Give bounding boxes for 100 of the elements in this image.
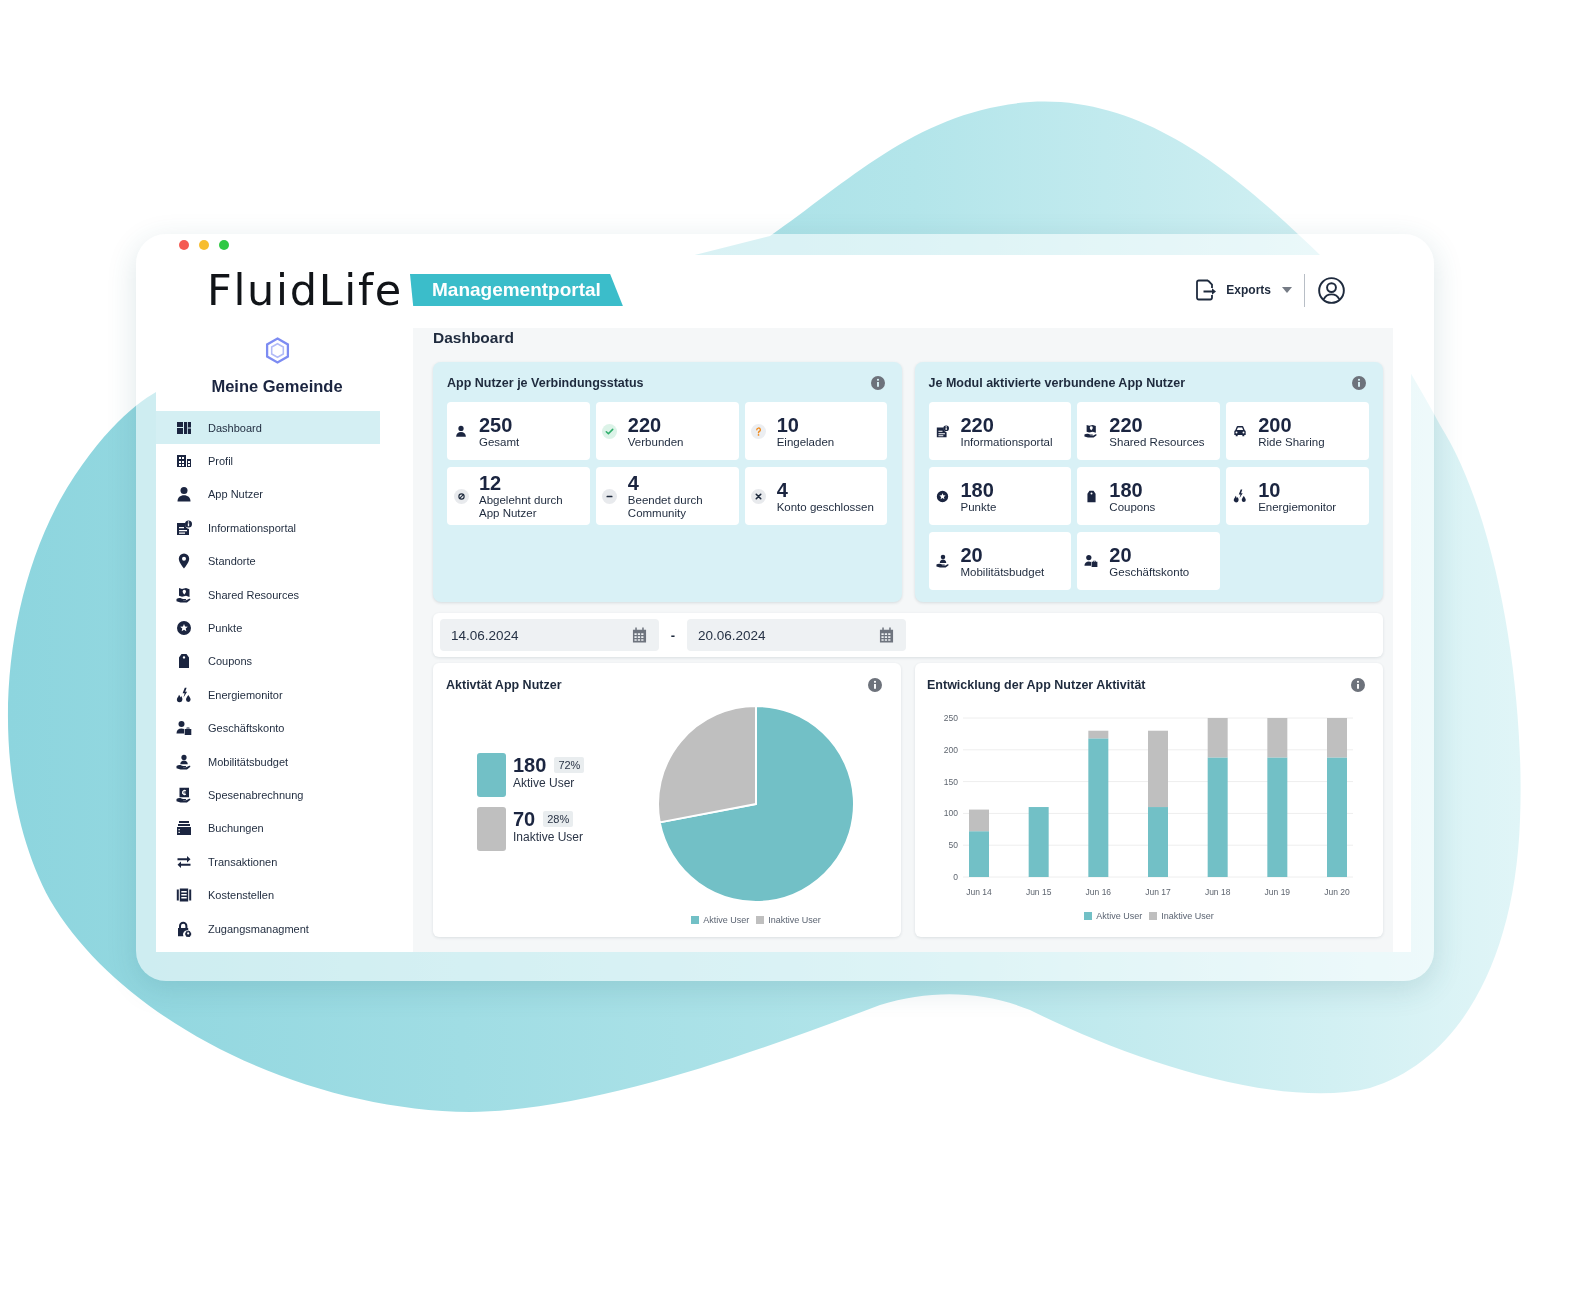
stat-label: Verbunden bbox=[627, 435, 684, 449]
calendar-icon bbox=[632, 627, 647, 643]
x-axis-label: Jun 14 bbox=[966, 887, 992, 897]
info-icon[interactable] bbox=[868, 678, 882, 692]
cross-icon bbox=[751, 488, 767, 504]
percent-tag: 28% bbox=[543, 811, 574, 827]
x-axis-label: Jun 20 bbox=[1324, 887, 1350, 897]
stat-label: Gesamt bbox=[479, 435, 520, 449]
map-pin-icon bbox=[176, 553, 192, 570]
sidebar-item[interactable]: Geschäftskonto bbox=[156, 711, 380, 745]
person-briefcase-icon bbox=[176, 720, 192, 737]
sidebar-item[interactable]: Profil bbox=[156, 444, 380, 478]
card-title: Entwicklung der App Nutzer Aktivität bbox=[927, 677, 1146, 693]
stat-label: Coupons bbox=[1109, 500, 1156, 514]
legend-label: Aktive User bbox=[703, 914, 750, 926]
y-axis-label: 150 bbox=[943, 776, 958, 787]
sidebar-item[interactable]: Shared Resources bbox=[156, 577, 380, 612]
stat-value: 220 bbox=[960, 413, 995, 436]
stat-label: Mobilitätsbudget bbox=[960, 565, 1045, 579]
question-icon bbox=[751, 423, 767, 439]
stat-value: 12 bbox=[479, 472, 503, 494]
card-title: Aktivtät App Nutzer bbox=[446, 677, 562, 693]
end-date-field[interactable]: 20.06.2024 bbox=[687, 619, 906, 651]
list-icon bbox=[176, 887, 192, 904]
maximize-window-icon[interactable] bbox=[219, 240, 229, 250]
sidebar-item[interactable]: App Nutzer bbox=[156, 477, 380, 512]
stat-label: Energiemonitor bbox=[1258, 500, 1337, 514]
exports-button[interactable]: Exports bbox=[1193, 278, 1292, 302]
sidebar-item[interactable]: Energiemonitor bbox=[156, 678, 380, 712]
y-axis-label: 100 bbox=[943, 808, 958, 819]
slashed-circle-icon bbox=[453, 488, 469, 504]
stack-icon bbox=[176, 820, 192, 837]
stat-value: 20 bbox=[1109, 543, 1133, 566]
legend-swatch-icon bbox=[691, 916, 700, 924]
start-date-field[interactable]: 14.06.2024 bbox=[440, 619, 659, 651]
sidebar-item[interactable]: Kostenstellen bbox=[156, 878, 380, 912]
car-icon bbox=[1233, 424, 1248, 438]
file-export-icon bbox=[1193, 278, 1219, 302]
summary-value: 180 bbox=[513, 754, 547, 776]
y-axis-label: 200 bbox=[943, 744, 958, 755]
sidebar-item[interactable]: Coupons bbox=[156, 644, 380, 679]
organization-name: Meine Gemeinde bbox=[211, 376, 343, 396]
flame-bolt-drop-icon bbox=[1233, 489, 1248, 503]
sidebar-item[interactable]: Punkte bbox=[156, 611, 380, 645]
stat-value: 200 bbox=[1258, 413, 1293, 436]
card-title: App Nutzer je Verbindungsstatus bbox=[447, 375, 644, 391]
caret-icon bbox=[1282, 287, 1292, 293]
tag-icon bbox=[176, 653, 192, 670]
sidebar-item[interactable]: Zugangsmanagment bbox=[156, 911, 380, 946]
person-icon bbox=[176, 486, 192, 503]
range-separator: - bbox=[669, 627, 677, 643]
stat-label: Beendet durch Community bbox=[627, 494, 704, 520]
tag-icon bbox=[1084, 489, 1098, 503]
y-axis-label: 0 bbox=[953, 872, 958, 882]
portal-tag: Managementportal bbox=[410, 274, 623, 306]
legend-label: Aktive User bbox=[1096, 910, 1143, 922]
stat-value: 4 bbox=[627, 472, 640, 494]
close-window-icon[interactable] bbox=[179, 240, 189, 250]
lock-gear-icon bbox=[176, 920, 192, 937]
person-briefcase-icon bbox=[1084, 554, 1099, 568]
sidebar-item[interactable]: Spesenabrechnung bbox=[156, 778, 380, 812]
sidebar-item[interactable]: Informationsportal bbox=[156, 511, 380, 545]
page-title: Dashboard bbox=[433, 328, 514, 348]
stat-value: 250 bbox=[479, 413, 514, 436]
info-icon[interactable] bbox=[870, 376, 885, 390]
sidebar-item[interactable]: Standorte bbox=[156, 544, 380, 578]
document-info-icon bbox=[176, 519, 192, 536]
stat-value: 10 bbox=[776, 413, 800, 436]
stat-label: Eingeladen bbox=[776, 435, 835, 449]
stat-label: Shared Resources bbox=[1109, 435, 1205, 449]
minus-icon bbox=[602, 488, 618, 504]
summary-label: Inaktive User bbox=[513, 830, 584, 844]
stat-value: 10 bbox=[1258, 478, 1282, 501]
sidebar-item[interactable]: Transaktionen bbox=[156, 845, 380, 879]
x-axis-label: Jun 16 bbox=[1085, 887, 1112, 897]
info-icon[interactable] bbox=[1352, 376, 1366, 390]
stat-label: Ride Sharing bbox=[1258, 435, 1325, 449]
stat-value: 220 bbox=[627, 413, 663, 436]
person-icon bbox=[455, 425, 467, 437]
sidebar-item[interactable]: Buchungen bbox=[156, 811, 380, 846]
sidebar-item[interactable]: Dashboard bbox=[156, 411, 380, 445]
hexagon-icon bbox=[264, 337, 290, 364]
summary-value: 70 bbox=[513, 808, 536, 830]
map-hand-icon bbox=[1084, 424, 1099, 438]
bar-segment bbox=[1028, 807, 1049, 877]
stat-value: 20 bbox=[960, 543, 984, 566]
user-account-icon[interactable] bbox=[1318, 276, 1345, 304]
legend-label: Inaktive User bbox=[768, 914, 821, 926]
stat-value: 180 bbox=[960, 478, 995, 501]
map-hand-icon bbox=[176, 586, 192, 603]
sidebar-item[interactable]: Mobilitätsbudget bbox=[156, 744, 380, 779]
building-icon bbox=[176, 453, 192, 470]
stat-label: Informationsportal bbox=[960, 435, 1053, 449]
x-axis-label: Jun 17 bbox=[1145, 887, 1171, 897]
info-icon[interactable] bbox=[1351, 678, 1365, 692]
y-axis-label: 250 bbox=[943, 713, 958, 723]
swap-arrows-icon bbox=[176, 853, 192, 870]
calendar-icon bbox=[879, 627, 894, 643]
stat-label: Abgelehnt durch App Nutzer bbox=[479, 494, 564, 520]
grid-icon bbox=[176, 419, 192, 436]
